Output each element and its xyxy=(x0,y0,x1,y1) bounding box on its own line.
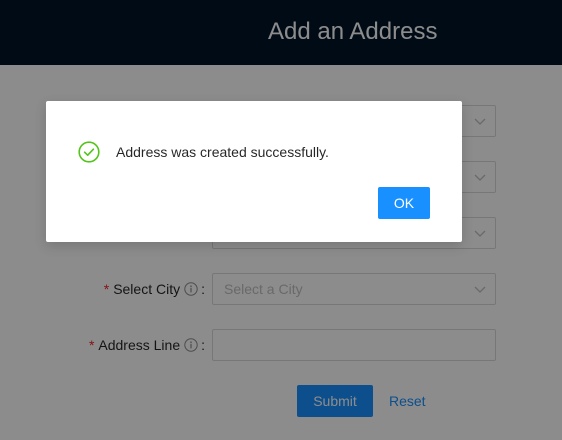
modal-message: Address was created successfully. xyxy=(116,144,329,160)
check-circle-icon xyxy=(78,141,100,163)
ok-button[interactable]: OK xyxy=(378,187,430,219)
modal-mask-header xyxy=(0,0,562,65)
success-modal: Address was created successfully. OK xyxy=(46,101,462,242)
